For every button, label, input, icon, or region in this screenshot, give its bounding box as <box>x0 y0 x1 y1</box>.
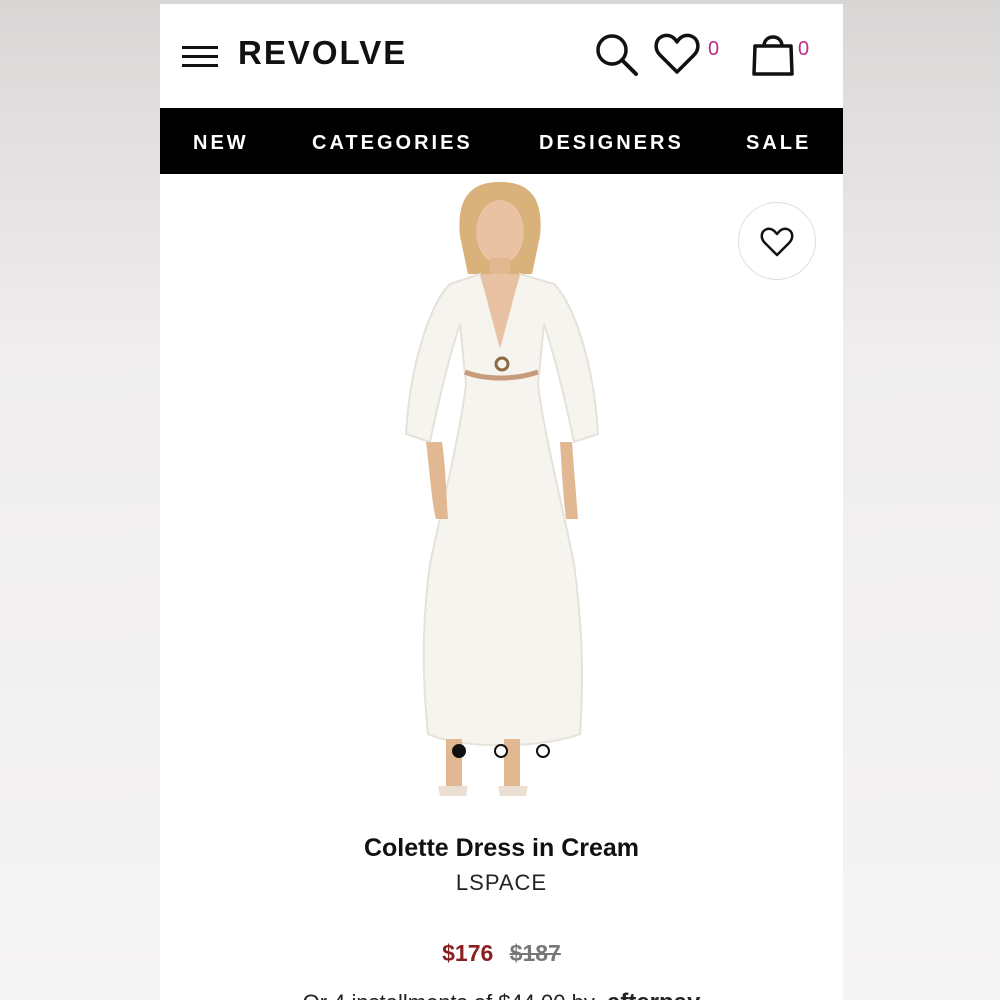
carousel-dot-1[interactable] <box>452 744 466 758</box>
menu-icon[interactable] <box>182 44 218 70</box>
nav-item-designers[interactable]: DESIGNERS <box>539 132 684 155</box>
nav-item-sale[interactable]: SALE <box>746 132 811 155</box>
add-to-wishlist-button[interactable] <box>738 202 816 280</box>
heart-icon[interactable] <box>654 32 700 76</box>
phone-screen: REVOLVE 0 0 NEW CATEGORIES DESIGNERS SAL… <box>160 4 843 1000</box>
carousel-dot-3[interactable] <box>536 744 550 758</box>
header: REVOLVE 0 0 <box>160 4 843 108</box>
product-title: Colette Dress in Cream <box>363 834 640 862</box>
wishlist-count-badge: 0 <box>708 38 720 60</box>
main-nav: NEW CATEGORIES DESIGNERS SALE <box>160 108 843 174</box>
heart-icon <box>760 227 794 257</box>
shopping-bag-icon[interactable] <box>750 30 796 78</box>
installments-text: Or 4 installments of $44.00 by <box>303 990 595 1000</box>
nav-item-categories[interactable]: CATEGORIES <box>312 132 473 155</box>
product-brand[interactable]: LSPACE <box>160 870 843 896</box>
sale-price: $176 <box>442 940 494 966</box>
nav-item-new[interactable]: NEW <box>193 132 249 155</box>
search-icon[interactable] <box>592 30 642 80</box>
carousel-dot-2[interactable] <box>494 744 508 758</box>
price-row: $176 $187 <box>160 940 843 967</box>
installments-info: Or 4 installments of $44.00 by afterpay <box>160 989 843 1000</box>
afterpay-logo[interactable]: afterpay <box>607 989 700 1000</box>
logo[interactable]: REVOLVE <box>238 34 407 72</box>
original-price: $187 <box>509 940 561 966</box>
cart-count-badge: 0 <box>798 38 810 60</box>
